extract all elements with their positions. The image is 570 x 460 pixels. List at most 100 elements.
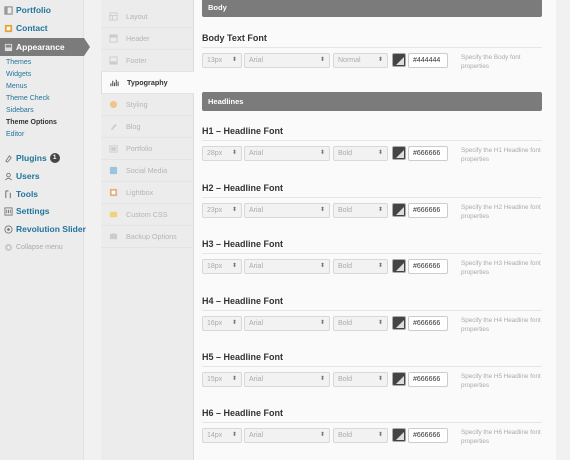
tab-layout[interactable]: Layout: [101, 6, 194, 28]
font-weight-select[interactable]: Bold ⬍: [333, 372, 388, 387]
tab-header[interactable]: Header: [101, 28, 194, 50]
appearance-icon: [4, 43, 13, 51]
font-weight-select[interactable]: Bold ⬍: [333, 259, 388, 274]
submenu-theme-options[interactable]: Theme Options: [0, 117, 84, 129]
color-picker-swatch[interactable]: [392, 372, 406, 386]
sidebar-item-appearance[interactable]: Appearance: [0, 38, 90, 56]
sidebar-item-plugins[interactable]: Plugins 1: [0, 149, 84, 167]
tab-portfolio[interactable]: Portfolio: [101, 138, 194, 160]
divider: [202, 140, 542, 141]
color-hex-input[interactable]: #666666: [408, 316, 448, 331]
font-size-value: 14px: [207, 432, 223, 439]
font-weight-select[interactable]: Bold ⬍: [333, 203, 388, 218]
font-family-value: Arial: [249, 376, 264, 383]
select-arrows-icon: ⬍: [231, 320, 237, 326]
color-picker-swatch[interactable]: [392, 316, 406, 330]
color-hex-input[interactable]: #444444: [408, 53, 448, 68]
font-size-select[interactable]: 14px ⬍: [202, 428, 242, 443]
font-size-select[interactable]: 28px ⬍: [202, 146, 242, 161]
font-size-value: 15px: [207, 376, 223, 383]
tab-custom-css[interactable]: Custom CSS: [101, 204, 194, 226]
font-family-value: Arial: [249, 57, 264, 64]
font-family-value: Arial: [249, 150, 264, 157]
social-media-icon: [109, 166, 118, 175]
tab-footer[interactable]: Footer: [101, 50, 194, 72]
font-weight-select[interactable]: Bold ⬍: [333, 146, 388, 161]
font-weight-select[interactable]: Normal ⬍: [333, 53, 388, 68]
collapse-menu-button[interactable]: Collapse menu: [0, 238, 84, 256]
submenu-themes[interactable]: Themes: [0, 57, 84, 69]
font-family-select[interactable]: Arial ⬍: [244, 316, 330, 331]
divider: [202, 422, 542, 423]
revolution-slider-icon: [4, 224, 13, 234]
font-family-select[interactable]: Arial ⬍: [244, 53, 330, 68]
font-family-select[interactable]: Arial ⬍: [244, 259, 330, 274]
font-option-title: H5 – Headline Font: [202, 352, 284, 362]
font-size-select[interactable]: 15px ⬍: [202, 372, 242, 387]
font-weight-value: Bold: [338, 207, 353, 214]
font-size-value: 13px: [207, 57, 223, 64]
select-arrows-icon: ⬍: [319, 263, 325, 269]
footer-icon: [109, 56, 118, 65]
select-arrows-icon: ⬍: [377, 263, 383, 269]
font-family-value: Arial: [249, 263, 264, 270]
submenu-menus[interactable]: Menus: [0, 81, 84, 93]
color-picker-swatch[interactable]: [392, 146, 406, 160]
select-arrows-icon: ⬍: [377, 57, 383, 63]
sidebar-item-settings[interactable]: Settings: [0, 202, 84, 220]
tab-lightbox[interactable]: Lightbox: [101, 182, 194, 204]
divider: [202, 197, 542, 198]
color-hex-input[interactable]: #666666: [408, 203, 448, 218]
tab-styling[interactable]: Styling: [101, 94, 194, 116]
color-hex-input[interactable]: #666666: [408, 146, 448, 161]
color-hex-input[interactable]: #666666: [408, 428, 448, 443]
update-count-badge: 1: [49, 153, 60, 163]
tab-backup-options[interactable]: Backup Options: [101, 226, 194, 248]
select-arrows-icon: ⬍: [319, 376, 325, 382]
font-weight-select[interactable]: Bold ⬍: [333, 316, 388, 331]
color-picker-swatch[interactable]: [392, 259, 406, 273]
lightbox-icon: [109, 188, 118, 197]
tab-blog[interactable]: Blog: [101, 116, 194, 138]
select-arrows-icon: ⬍: [319, 150, 325, 156]
color-picker-swatch[interactable]: [392, 428, 406, 442]
submenu-widgets[interactable]: Widgets: [0, 69, 84, 81]
font-option-title: H4 – Headline Font: [202, 296, 284, 306]
color-hex-input[interactable]: #666666: [408, 259, 448, 274]
font-family-select[interactable]: Arial ⬍: [244, 146, 330, 161]
sidebar-item-portfolio[interactable]: Portfolio: [0, 1, 84, 19]
tab-typography[interactable]: Typography: [101, 72, 194, 94]
blog-icon: [110, 123, 117, 131]
font-family-select[interactable]: Arial ⬍: [244, 428, 330, 443]
tab-label: Social Media: [126, 166, 168, 175]
font-option-title: Body Text Font: [202, 33, 267, 43]
tab-label: Custom CSS: [126, 210, 168, 219]
sidebar-item-label: Plugins: [16, 153, 47, 163]
font-family-select[interactable]: Arial ⬍: [244, 372, 330, 387]
font-size-select[interactable]: 18px ⬍: [202, 259, 242, 274]
font-weight-value: Bold: [338, 376, 353, 383]
submenu-editor[interactable]: Editor: [0, 129, 84, 141]
color-picker-swatch[interactable]: [392, 203, 406, 217]
color-hex-input[interactable]: #666666: [408, 372, 448, 387]
sidebar-item-revolution-slider[interactable]: Revolution Slider: [0, 220, 86, 238]
font-size-value: 16px: [207, 320, 223, 327]
submenu-theme-check[interactable]: Theme Check: [0, 93, 84, 105]
sidebar-item-label: Revolution Slider: [16, 224, 86, 234]
tab-social-media[interactable]: Social Media: [101, 160, 194, 182]
sidebar-item-contact[interactable]: Contact: [0, 19, 84, 37]
submenu-sidebars[interactable]: Sidebars: [0, 105, 84, 117]
field-description: Specify the H2 Headline font properties: [461, 204, 541, 220]
tab-label: Styling: [126, 100, 148, 109]
color-picker-swatch[interactable]: [392, 53, 406, 67]
font-weight-select[interactable]: Bold ⬍: [333, 428, 388, 443]
font-option-title: H1 – Headline Font: [202, 126, 284, 136]
font-size-value: 23px: [207, 207, 223, 214]
typography-options-panel: Body Headlines Body Text Font 13px ⬍ Arial ⬍…: [194, 0, 556, 460]
font-size-select[interactable]: 16px ⬍: [202, 316, 242, 331]
sidebar-item-tools[interactable]: Tools: [0, 185, 84, 203]
font-size-select[interactable]: 23px ⬍: [202, 203, 242, 218]
sidebar-item-users[interactable]: Users: [0, 167, 84, 185]
font-family-select[interactable]: Arial ⬍: [244, 203, 330, 218]
font-size-select[interactable]: 13px ⬍: [202, 53, 242, 68]
